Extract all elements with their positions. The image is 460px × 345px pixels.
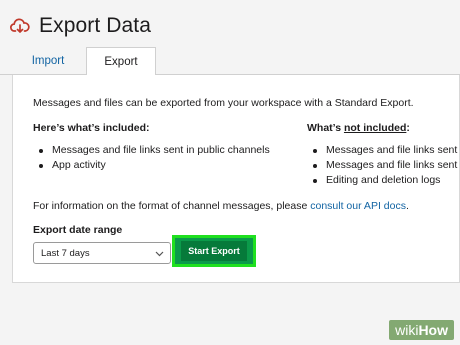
wikihow-watermark: wikiHow	[389, 318, 454, 342]
list-item: Messages and file links sent	[307, 143, 457, 158]
not-included-list: Messages and file links sent Messages an…	[307, 143, 457, 188]
start-export-highlight: Start Export	[172, 235, 256, 267]
info-text: For information on the format of channel…	[33, 200, 409, 212]
start-export-button[interactable]: Start Export	[181, 241, 247, 261]
list-item: Messages and file links sent in public c…	[33, 143, 270, 158]
not-included-prefix: What’s	[307, 122, 344, 134]
not-included-heading: What’s not included:	[307, 122, 410, 134]
watermark-prefix: wiki	[395, 322, 419, 338]
list-item: App activity	[33, 158, 270, 173]
date-range-value: Last 7 days	[41, 247, 90, 259]
tab-export[interactable]: Export	[86, 47, 156, 75]
info-prefix: For information on the format of channel…	[33, 200, 311, 212]
chevron-down-icon	[155, 249, 164, 257]
list-item: Editing and deletion logs	[307, 173, 457, 188]
list-item: Messages and file links sent	[307, 158, 457, 173]
date-range-select[interactable]: Last 7 days	[33, 242, 171, 264]
tab-import[interactable]: Import	[12, 47, 84, 74]
watermark-box: wikiHow	[389, 320, 454, 340]
cloud-download-icon	[10, 16, 30, 36]
export-range-label: Export date range	[33, 224, 123, 236]
watermark-suffix: How	[418, 322, 448, 338]
included-list: Messages and file links sent in public c…	[33, 143, 270, 173]
included-heading: Here’s what’s included:	[33, 122, 150, 134]
page-header: Export Data	[10, 12, 151, 40]
export-panel: Messages and files can be exported from …	[12, 75, 460, 283]
api-docs-link[interactable]: consult our API docs	[310, 200, 406, 212]
intro-text: Messages and files can be exported from …	[33, 97, 414, 109]
page-title: Export Data	[39, 14, 151, 37]
info-suffix: .	[405, 200, 409, 212]
not-included-emphasis: not included	[343, 122, 407, 134]
not-included-suffix: :	[406, 122, 410, 134]
